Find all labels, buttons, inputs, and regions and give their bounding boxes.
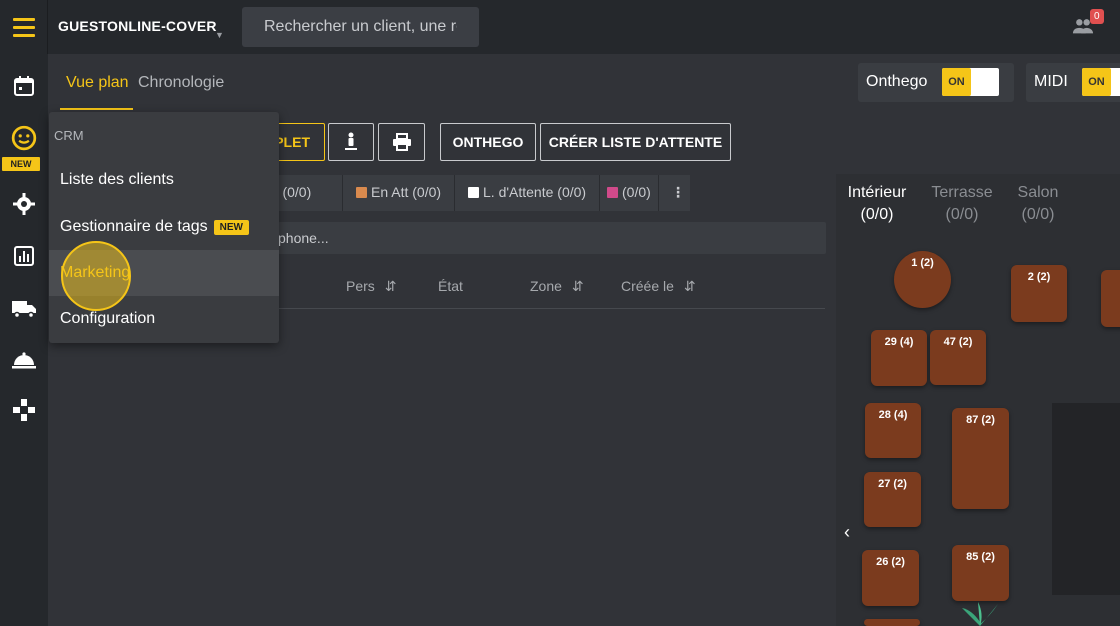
- divider: [599, 175, 600, 211]
- table-partial[interactable]: [1101, 270, 1120, 327]
- click-highlight: [61, 241, 131, 311]
- restaurant-name[interactable]: GUESTONLINE-COVER: [58, 18, 217, 34]
- table-47[interactable]: 47 (2): [930, 330, 986, 385]
- settings-icon[interactable]: [10, 190, 38, 218]
- table-1[interactable]: 1 (2): [894, 251, 951, 308]
- onthego-toggle-group: Onthego ON: [858, 63, 1014, 102]
- floor-plan-zone: [1052, 403, 1120, 595]
- new-badge: NEW: [2, 157, 40, 171]
- column-header-pers[interactable]: Pers ⇵: [346, 278, 396, 295]
- table-29[interactable]: 29 (4): [871, 330, 927, 386]
- filter-chip-en-attente[interactable]: En Att (0/0): [356, 184, 441, 200]
- table-partial-bottom[interactable]: [864, 619, 920, 626]
- person-icon: [345, 132, 357, 150]
- onthego-button[interactable]: ONTHEGO: [440, 123, 536, 161]
- hamburger-menu-icon[interactable]: [0, 0, 48, 54]
- filter-label: En Att (0/0): [371, 184, 442, 200]
- table-87[interactable]: 87 (2): [952, 408, 1009, 509]
- tab-plan[interactable]: Vue plan: [66, 74, 129, 92]
- divider: [342, 175, 343, 211]
- create-waitlist-button[interactable]: CRÉER LISTE D'ATTENTE: [540, 123, 731, 161]
- status-color-swatch: [468, 186, 479, 198]
- print-button[interactable]: [378, 123, 425, 161]
- table-27[interactable]: 27 (2): [864, 472, 921, 527]
- table-85[interactable]: 85 (2): [952, 545, 1009, 601]
- tab-chronologie[interactable]: Chronologie: [138, 74, 224, 92]
- table-2[interactable]: 2 (2): [1011, 265, 1067, 322]
- more-options-icon[interactable]: ⋮: [671, 184, 685, 201]
- top-bar: GUESTONLINE-COVER ▼ 0: [0, 0, 1120, 54]
- stats-icon[interactable]: [10, 242, 38, 270]
- table-26[interactable]: 26 (2): [862, 550, 919, 606]
- crm-face-icon[interactable]: [10, 124, 38, 152]
- cloche-icon[interactable]: [10, 346, 38, 374]
- menu-item-client-list[interactable]: Liste des clients: [49, 157, 279, 203]
- table-28[interactable]: 28 (4): [865, 403, 921, 458]
- filter-chip-other[interactable]: (0/0): [607, 184, 651, 200]
- sort-icon: ⇵: [571, 278, 584, 294]
- status-filters: ees (0/0) En Att (0/0) L. d'Attente (0/0…: [250, 175, 690, 211]
- divider: [454, 175, 455, 211]
- new-badge: NEW: [213, 219, 249, 235]
- onthego-label: Onthego: [866, 73, 928, 90]
- search-input[interactable]: [242, 7, 479, 47]
- sidebar: NEW: [0, 54, 48, 626]
- room-tab-interieur[interactable]: Intérieur (0/0): [846, 182, 908, 226]
- divider: [658, 175, 659, 211]
- walk-in-button[interactable]: [328, 123, 374, 161]
- onthego-switch-state: ON: [942, 68, 971, 96]
- dropdown-header: CRM: [54, 128, 84, 143]
- status-color-swatch: [356, 186, 367, 198]
- sort-icon: ⇵: [384, 278, 397, 294]
- column-header-created[interactable]: Créée le ⇵: [621, 278, 696, 295]
- room-tab-terrasse[interactable]: Terrasse (0/0): [930, 182, 994, 226]
- notification-badge: 0: [1090, 9, 1104, 24]
- status-color-swatch: [607, 186, 618, 198]
- sort-icon: ⇵: [683, 278, 696, 294]
- plant-icon: [962, 602, 998, 626]
- gamepad-icon[interactable]: [10, 396, 38, 424]
- onthego-switch[interactable]: ON: [942, 68, 999, 96]
- filter-chip-liste-attente[interactable]: L. d'Attente (0/0): [468, 184, 586, 200]
- reservation-search-input[interactable]: phone...: [278, 222, 826, 254]
- midi-toggle-group: MIDI ON: [1026, 63, 1120, 102]
- printer-icon: [392, 133, 411, 151]
- column-header-etat[interactable]: État: [438, 278, 463, 294]
- calendar-icon[interactable]: [10, 72, 38, 100]
- filter-label: (0/0): [622, 184, 651, 200]
- room-tab-salon[interactable]: Salon (0/0): [1016, 182, 1060, 226]
- chevron-down-icon[interactable]: ▼: [215, 30, 224, 40]
- midi-switch[interactable]: ON: [1082, 68, 1120, 96]
- midi-label: MIDI: [1034, 73, 1068, 90]
- delivery-truck-icon[interactable]: [10, 294, 38, 322]
- midi-switch-state: ON: [1082, 68, 1111, 96]
- search-placeholder: phone...: [278, 230, 329, 246]
- active-tab-indicator: [60, 108, 133, 110]
- collapse-panel-icon[interactable]: ‹: [836, 507, 858, 557]
- column-header-zone[interactable]: Zone ⇵: [530, 278, 584, 295]
- filter-label: L. d'Attente (0/0): [483, 184, 587, 200]
